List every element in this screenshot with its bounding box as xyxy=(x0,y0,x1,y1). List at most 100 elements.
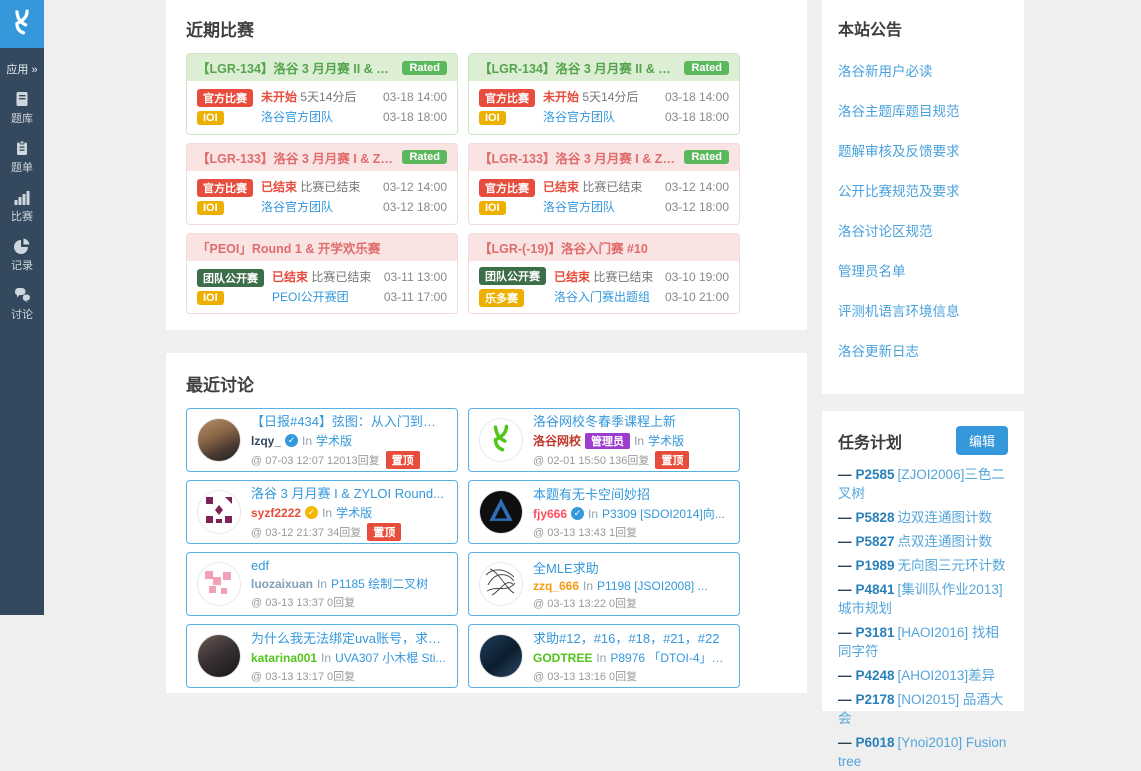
problem-id-link[interactable]: P2585 xyxy=(856,467,895,482)
problem-id-link[interactable]: P2178 xyxy=(856,692,895,707)
in-label: In xyxy=(317,577,327,591)
username-link[interactable]: lzqy_ xyxy=(251,434,281,448)
recent-contests-panel: 近期比赛 【LGR-134】洛谷 3 月月赛 II & 「GLR ... Rat… xyxy=(166,0,807,330)
discussion-grid: 【日报#434】弦图：从入门到入入... lzqy_ ✓ In 学术版 @ 07… xyxy=(186,408,787,688)
contest-title[interactable]: 「PEOI」Round 1 & 开学欢乐赛 xyxy=(197,238,380,257)
problem-id-link[interactable]: P6018 xyxy=(856,735,895,750)
problem-title-link[interactable]: 点双连通图计数 xyxy=(898,534,993,549)
discussion-title-link[interactable]: 本题有无卡空间妙招 xyxy=(533,484,729,503)
sidebar-item-problems[interactable]: 题库 xyxy=(0,91,44,126)
contest-status: 已结束 xyxy=(272,270,308,284)
in-label: In xyxy=(588,507,598,521)
discussion-title-link[interactable]: 洛谷网校冬春季课程上新 xyxy=(533,411,729,430)
problem-id-link[interactable]: P3181 xyxy=(856,625,895,640)
sidebar-item-contests[interactable]: 比赛 xyxy=(0,189,44,224)
discussion-title-link[interactable]: 全MLE求助 xyxy=(533,558,729,577)
announcement-link[interactable]: 评测机语言环境信息 xyxy=(838,300,1008,320)
contest-title[interactable]: 【LGR-134】洛谷 3 月月赛 II & 「GLR ... xyxy=(197,58,396,77)
avatar[interactable] xyxy=(479,418,523,462)
task-plan-title: 任务计划 xyxy=(838,429,902,453)
discussion-title-link[interactable]: 求助#12，#16，#18，#21，#22 xyxy=(533,628,729,647)
announcement-link[interactable]: 洛谷讨论区规范 xyxy=(838,220,1008,240)
discussion-title-link[interactable]: edf xyxy=(251,558,447,573)
contest-title[interactable]: 【LGR-134】洛谷 3 月月赛 II & 「GLR-... xyxy=(479,58,678,77)
problem-title-link[interactable]: 边双连通图计数 xyxy=(898,510,993,525)
announcement-link[interactable]: 洛谷更新日志 xyxy=(838,340,1008,360)
contest-header[interactable]: 【LGR-134】洛谷 3 月月赛 II & 「GLR-... Rated xyxy=(469,54,739,81)
announcement-link[interactable]: 洛谷新用户必读 xyxy=(838,60,1008,80)
problem-title-link[interactable]: [AHOI2013]差异 xyxy=(898,668,996,683)
sidebar-item-label: 比赛 xyxy=(11,208,33,224)
discussion-title-link[interactable]: 【日报#434】弦图：从入门到入入... xyxy=(251,411,447,430)
sidebar-item-records[interactable]: 记录 xyxy=(0,238,44,273)
contest-host-link[interactable]: 洛谷官方团队 xyxy=(261,110,333,124)
problem-id-link[interactable]: P5828 xyxy=(856,510,895,525)
discussion-title-link[interactable]: 为什么我无法绑定uva账号，求佬... xyxy=(251,628,447,647)
announcement-link[interactable]: 洛谷主题库题目规范 xyxy=(838,100,1008,120)
discussion-meta: @ 02-01 15:50 136回复 xyxy=(533,452,649,468)
discussion-title-link[interactable]: 洛谷 3 月月赛 I & ZYLOI Round... xyxy=(251,483,447,502)
board-link[interactable]: P8976 「DTOI-4」排... xyxy=(610,649,729,666)
contest-title[interactable]: 【LGR-133】洛谷 3 月月赛 I & ZYLOI ... xyxy=(197,148,396,167)
in-label: In xyxy=(321,651,331,665)
avatar[interactable] xyxy=(479,562,523,606)
task-item: —P2585[ZJOI2006]三色二叉树 xyxy=(838,465,1008,503)
contest-status-detail: 5天14分后 xyxy=(300,90,356,104)
username-link[interactable]: katarina001 xyxy=(251,651,317,665)
discussion-meta: @ 03-13 13:16 0回复 xyxy=(533,668,637,684)
problem-title-link[interactable]: 无向图三元环计数 xyxy=(898,558,1006,573)
board-link[interactable]: P3309 [SDOI2014]向... xyxy=(602,505,725,522)
contest-title[interactable]: 【LGR-133】洛谷 3 月月赛 I & ZYLOI ... xyxy=(479,148,678,167)
username-link[interactable]: luozaixuan xyxy=(251,577,313,591)
problem-id-link[interactable]: P5827 xyxy=(856,534,895,549)
username-link[interactable]: syzf2222 xyxy=(251,506,301,520)
contest-card: 【LGR-(-19)】洛谷入门赛 #10 团队公开赛 乐多赛 已结束 比赛已结束… xyxy=(468,233,740,315)
announcement-link[interactable]: 公开比赛规范及要求 xyxy=(838,180,1008,200)
avatar[interactable] xyxy=(197,634,241,678)
problem-id-link[interactable]: P4841 xyxy=(856,582,895,597)
edit-button[interactable]: 编辑 xyxy=(956,426,1008,455)
contest-header[interactable]: 【LGR-(-19)】洛谷入门赛 #10 xyxy=(469,234,739,261)
avatar[interactable] xyxy=(197,418,241,462)
announcement-link[interactable]: 题解审核及反馈要求 xyxy=(838,140,1008,160)
clipboard-icon xyxy=(14,140,30,156)
problem-id-link[interactable]: P4248 xyxy=(856,668,895,683)
board-link[interactable]: 学术版 xyxy=(316,432,352,449)
avatar[interactable] xyxy=(197,562,241,606)
username-link[interactable]: fjy666 xyxy=(533,507,567,521)
sidebar-item-label: 题单 xyxy=(11,159,33,175)
contest-header[interactable]: 【LGR-133】洛谷 3 月月赛 I & ZYLOI ... Rated xyxy=(469,144,739,171)
avatar[interactable] xyxy=(479,634,523,678)
contest-header[interactable]: 【LGR-134】洛谷 3 月月赛 II & 「GLR ... Rated xyxy=(187,54,457,81)
contest-start-time: 03-11 13:00 xyxy=(384,267,447,287)
discussion-meta: @ 03-13 13:43 1回复 xyxy=(533,524,637,540)
recent-discussions-title: 最近讨论 xyxy=(186,371,787,396)
contest-host-link[interactable]: 洛谷官方团队 xyxy=(543,200,615,214)
contest-title[interactable]: 【LGR-(-19)】洛谷入门赛 #10 xyxy=(479,238,648,257)
avatar-pattern xyxy=(202,493,236,532)
luogu-logo[interactable] xyxy=(0,0,44,48)
contest-body: 官方比赛 IOI 已结束 比赛已结束 洛谷官方团队 03-12 14:00 03… xyxy=(469,171,739,224)
username-link[interactable]: zzq_666 xyxy=(533,579,579,593)
avatar[interactable] xyxy=(197,490,241,534)
contest-header[interactable]: 【LGR-133】洛谷 3 月月赛 I & ZYLOI ... Rated xyxy=(187,144,457,171)
board-link[interactable]: 学术版 xyxy=(648,432,684,449)
sidebar-item-discussions[interactable]: 讨论 xyxy=(0,287,44,322)
contest-start-time: 03-12 14:00 xyxy=(383,177,447,197)
board-link[interactable]: UVA307 小木棍 Sti... xyxy=(335,649,445,666)
announcement-link[interactable]: 管理员名单 xyxy=(838,260,1008,280)
username-link[interactable]: GODTREE xyxy=(533,651,592,665)
contest-host-link[interactable]: 洛谷官方团队 xyxy=(543,110,615,124)
problem-id-link[interactable]: P1989 xyxy=(856,558,895,573)
avatar[interactable] xyxy=(479,490,523,534)
contest-host-link[interactable]: 洛谷官方团队 xyxy=(261,200,333,214)
contest-header[interactable]: 「PEOI」Round 1 & 开学欢乐赛 xyxy=(187,234,457,261)
contest-host-link[interactable]: PEOI公开赛团 xyxy=(272,290,349,304)
sidebar-item-apps[interactable]: 应用 » xyxy=(0,61,44,77)
contest-host-link[interactable]: 洛谷入门赛出题组 xyxy=(554,290,650,304)
sidebar-item-problem-lists[interactable]: 题单 xyxy=(0,140,44,175)
username-link[interactable]: 洛谷网校 xyxy=(533,432,581,449)
board-link[interactable]: P1198 [JSOI2008] ... xyxy=(597,579,708,593)
board-link[interactable]: 学术版 xyxy=(336,504,372,521)
board-link[interactable]: P1185 绘制二叉树 xyxy=(331,575,428,592)
